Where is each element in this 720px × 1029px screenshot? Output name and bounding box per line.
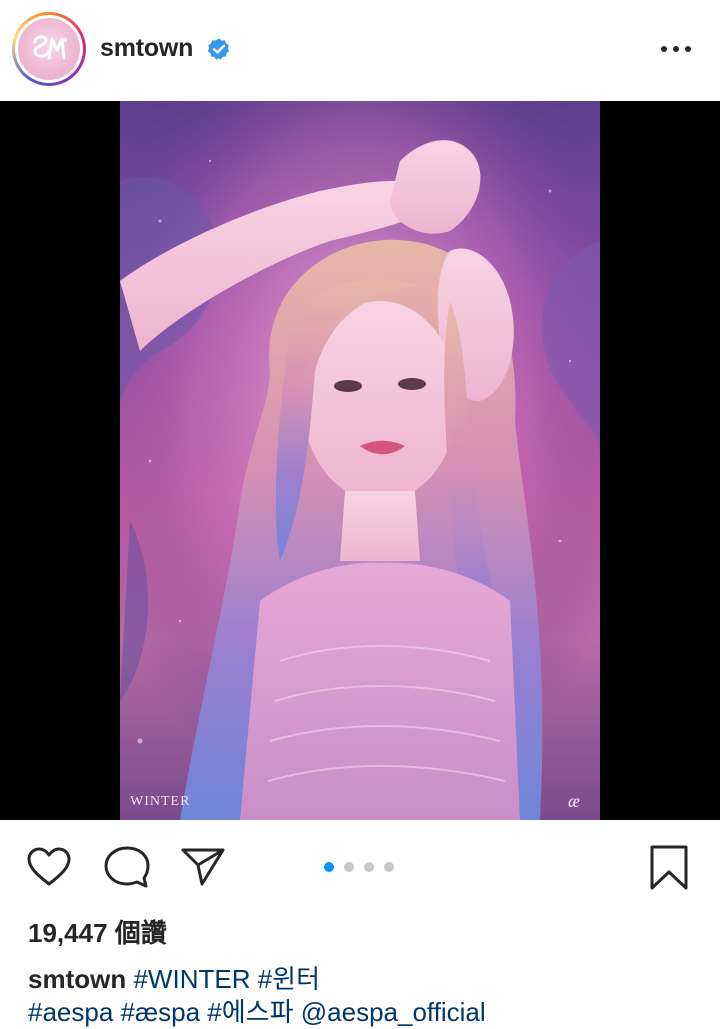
verified-badge-icon (207, 38, 230, 60)
post-photo: WINTER æ (120, 101, 600, 820)
hashtag[interactable]: #aespa (28, 997, 113, 1027)
avatar[interactable] (18, 18, 80, 80)
post-header: smtown (0, 0, 720, 100)
carousel-dot (344, 862, 354, 872)
photo-illustration (120, 101, 600, 820)
post-media[interactable]: WINTER æ (0, 101, 720, 820)
story-ring[interactable] (12, 12, 86, 86)
photo-logo-mark: æ (568, 791, 581, 811)
caption-line-1: smtown #WINTER #윈터 (28, 959, 320, 996)
likes-count[interactable]: 19,447 個讚 (28, 913, 167, 950)
sm-logo-icon (33, 35, 68, 60)
heart-outline-icon[interactable] (26, 846, 72, 888)
caption-line-2: #aespa #æspa #에스파 @aespa_official (28, 992, 486, 1029)
comment-bubble-icon[interactable] (104, 845, 150, 889)
carousel-dot (364, 862, 374, 872)
more-horizontal-icon[interactable] (656, 34, 696, 64)
post-username[interactable]: smtown (100, 34, 193, 63)
caption-username[interactable]: smtown (28, 964, 126, 994)
photo-caption-text: WINTER (130, 794, 191, 809)
carousel-dot-active (324, 862, 334, 872)
carousel-dot (384, 862, 394, 872)
mention-link[interactable]: @aespa_official (301, 997, 486, 1027)
bookmark-outline-icon[interactable] (648, 844, 690, 892)
hashtag[interactable]: #æspa (121, 997, 201, 1027)
avatar-border (15, 15, 83, 83)
hashtag[interactable]: #에스파 (207, 997, 293, 1027)
hashtag[interactable]: #WINTER (133, 964, 250, 994)
send-paper-plane-icon[interactable] (180, 846, 226, 888)
post-actions (0, 820, 720, 910)
hashtag[interactable]: #윈터 (258, 964, 320, 994)
